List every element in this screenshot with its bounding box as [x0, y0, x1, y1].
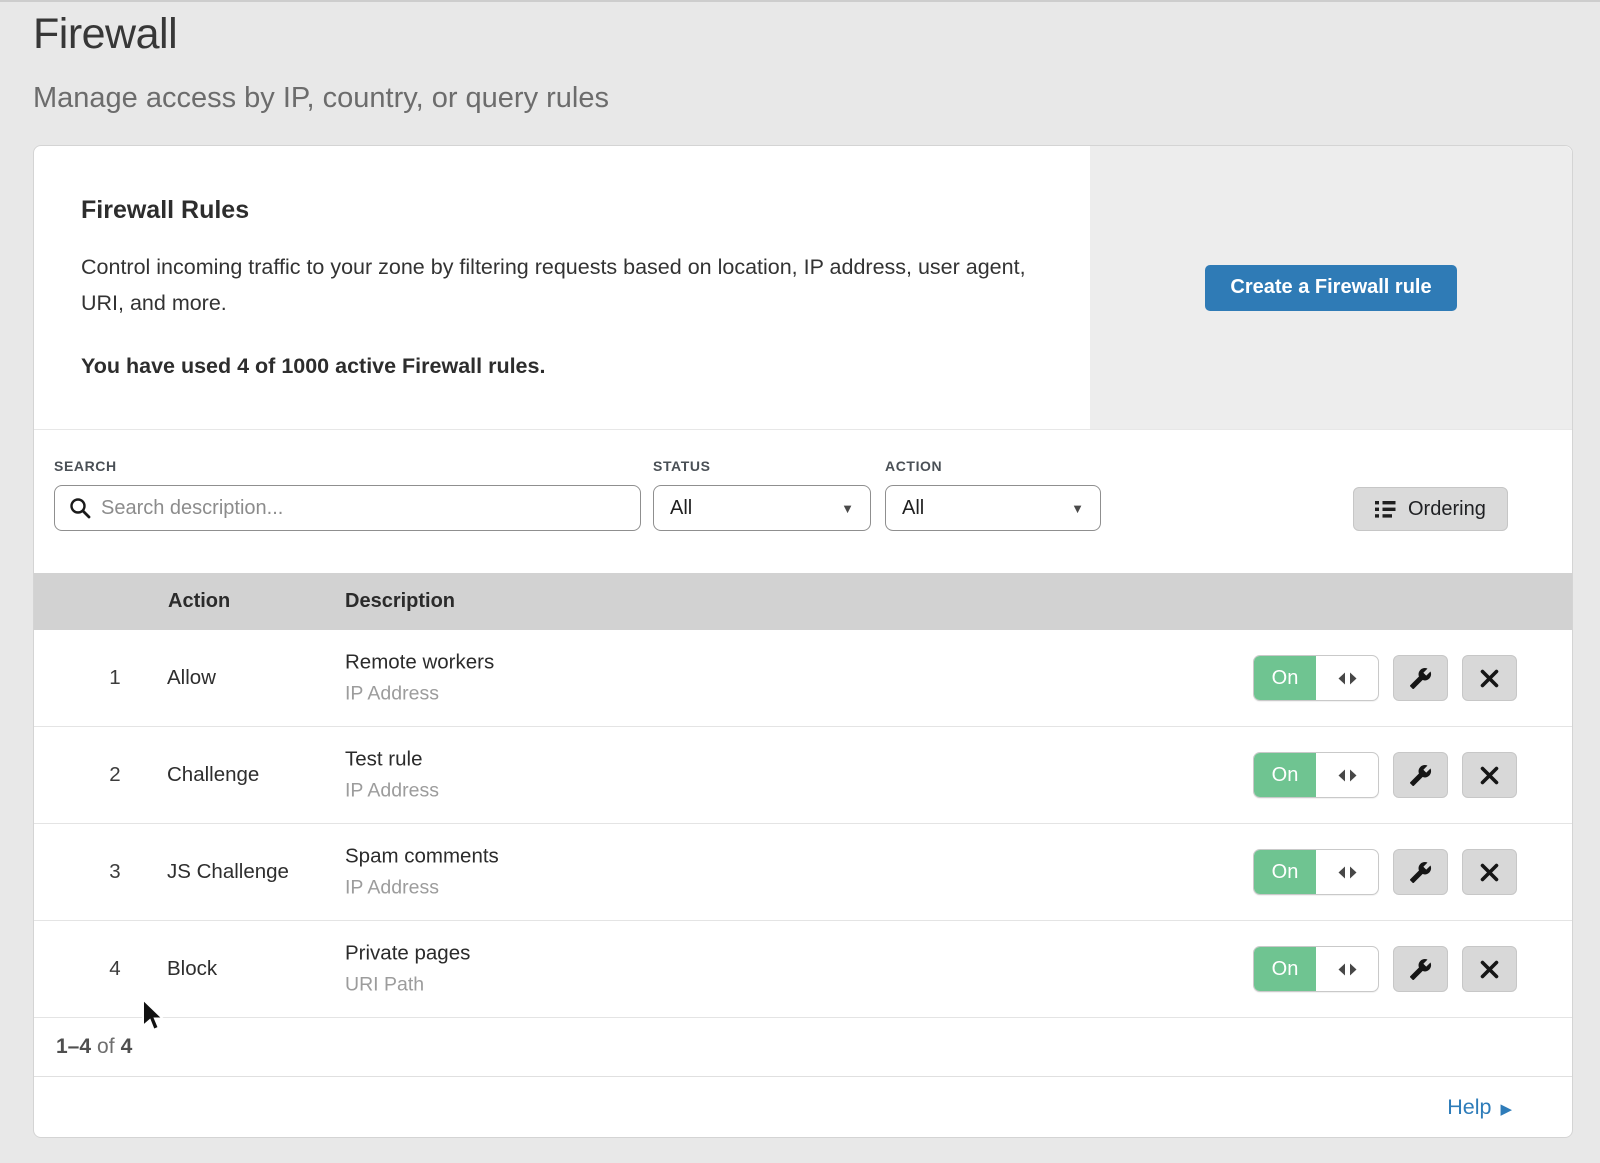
card-description: Control incoming traffic to your zone by… [81, 249, 1026, 321]
search-input[interactable] [54, 485, 641, 531]
edit-rule-button[interactable] [1393, 752, 1448, 798]
action-selected-value: All [902, 497, 924, 520]
rule-priority: 2 [100, 763, 130, 787]
search-label: SEARCH [54, 458, 641, 474]
close-icon [1480, 766, 1499, 785]
ordering-button[interactable]: Ordering [1353, 487, 1508, 531]
page-title: Firewall [33, 10, 177, 59]
delete-rule-button[interactable] [1462, 946, 1517, 992]
delete-rule-button[interactable] [1462, 655, 1517, 701]
wrench-icon [1409, 764, 1432, 787]
wrench-icon [1409, 958, 1432, 981]
toggle-on-label: On [1254, 850, 1316, 894]
status-label: STATUS [653, 458, 871, 474]
rule-description-cell: Private pages URI Path [345, 942, 470, 997]
toggle-on-label: On [1254, 753, 1316, 797]
help-arrow-icon: ▶ [1500, 1098, 1512, 1118]
action-select[interactable]: All ▼ [885, 485, 1101, 531]
table-row: 2 Challenge Test rule IP Address On [34, 727, 1572, 824]
help-row: Help ▶ [34, 1077, 1572, 1138]
edit-rule-button[interactable] [1393, 849, 1448, 895]
page-subtitle: Manage access by IP, country, or query r… [33, 82, 609, 115]
rule-action: JS Challenge [167, 860, 289, 884]
rule-priority: 4 [100, 957, 130, 981]
table-row: 3 JS Challenge Spam comments IP Address … [34, 824, 1572, 921]
toggle-arrows-icon [1316, 753, 1378, 797]
wrench-icon [1409, 861, 1432, 884]
search-field: SEARCH [54, 458, 641, 531]
rule-description-cell: Test rule IP Address [345, 748, 439, 803]
edit-rule-button[interactable] [1393, 655, 1448, 701]
firewall-rules-card: Firewall Rules Control incoming traffic … [33, 145, 1573, 1138]
rule-field: URI Path [345, 974, 470, 997]
rule-description-cell: Spam comments IP Address [345, 845, 499, 900]
rule-action: Allow [167, 666, 216, 690]
firewall-page: Firewall Manage access by IP, country, o… [0, 0, 1600, 1163]
wrench-icon [1409, 667, 1432, 690]
toggle-arrows-icon [1316, 850, 1378, 894]
delete-rule-button[interactable] [1462, 752, 1517, 798]
filters-bar: SEARCH STATUS All ▼ ACTION [34, 430, 1572, 573]
column-header-description: Description [345, 573, 455, 630]
table-row: 4 Block Private pages URI Path On [34, 921, 1572, 1018]
status-select[interactable]: All ▼ [653, 485, 871, 531]
edit-rule-button[interactable] [1393, 946, 1448, 992]
create-firewall-rule-button[interactable]: Create a Firewall rule [1205, 265, 1456, 311]
rule-description: Private pages [345, 942, 470, 966]
action-field: ACTION All ▼ [885, 458, 1101, 531]
pagination-of: of [97, 1035, 115, 1059]
close-icon [1480, 960, 1499, 979]
rule-action: Block [167, 957, 217, 981]
table-header: Action Description [34, 573, 1572, 630]
usage-note: You have used 4 of 1000 active Firewall … [81, 354, 1030, 379]
pagination-range: 1–4 [56, 1035, 91, 1059]
action-label: ACTION [885, 458, 1101, 474]
rule-enabled-toggle[interactable]: On [1253, 752, 1379, 798]
rule-field: IP Address [345, 877, 499, 900]
status-selected-value: All [670, 497, 692, 520]
toggle-on-label: On [1254, 656, 1316, 700]
rule-priority: 3 [100, 860, 130, 884]
card-title: Firewall Rules [81, 196, 1030, 225]
close-icon [1480, 863, 1499, 882]
ordering-button-label: Ordering [1408, 498, 1486, 521]
status-field: STATUS All ▼ [653, 458, 871, 531]
rule-enabled-toggle[interactable]: On [1253, 849, 1379, 895]
chevron-down-icon: ▼ [1071, 501, 1084, 516]
help-link[interactable]: Help ▶ [1447, 1095, 1512, 1120]
chevron-down-icon: ▼ [841, 501, 854, 516]
rule-enabled-toggle[interactable]: On [1253, 655, 1379, 701]
hero-text-panel: Firewall Rules Control incoming traffic … [34, 146, 1090, 429]
search-icon [69, 497, 91, 519]
toggle-arrows-icon [1316, 656, 1378, 700]
rule-enabled-toggle[interactable]: On [1253, 946, 1379, 992]
rule-priority: 1 [100, 666, 130, 690]
toggle-arrows-icon [1316, 947, 1378, 991]
rule-description-cell: Remote workers IP Address [345, 651, 494, 706]
close-icon [1480, 669, 1499, 688]
pagination: 1–4 of 4 [34, 1018, 1572, 1077]
pagination-total: 4 [121, 1035, 133, 1059]
rules-table-body: 1 Allow Remote workers IP Address On [34, 630, 1572, 1018]
rule-description: Test rule [345, 748, 439, 772]
rule-field: IP Address [345, 780, 439, 803]
rule-action: Challenge [167, 763, 259, 787]
table-row: 1 Allow Remote workers IP Address On [34, 630, 1572, 727]
delete-rule-button[interactable] [1462, 849, 1517, 895]
rule-description: Spam comments [345, 845, 499, 869]
rule-field: IP Address [345, 683, 494, 706]
toggle-on-label: On [1254, 947, 1316, 991]
create-rule-panel: Create a Firewall rule [1090, 146, 1572, 429]
rule-description: Remote workers [345, 651, 494, 675]
hero-section: Firewall Rules Control incoming traffic … [34, 146, 1572, 430]
column-header-action: Action [168, 573, 230, 630]
ordering-list-icon [1375, 500, 1396, 519]
help-link-label: Help [1447, 1095, 1491, 1120]
